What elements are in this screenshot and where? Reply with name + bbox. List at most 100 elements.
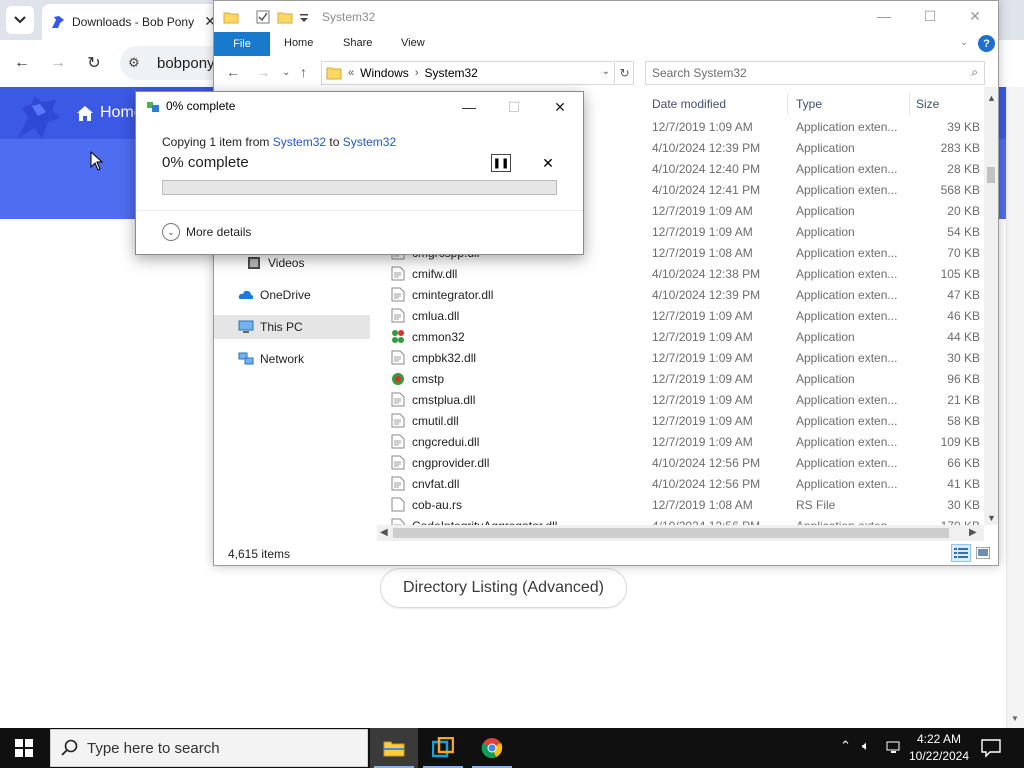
scrollbar-thumb[interactable] — [393, 528, 949, 538]
copy-to-word: to — [326, 135, 343, 149]
scrollbar-thumb[interactable] — [987, 167, 995, 183]
site-settings-icon[interactable]: ⚙ — [128, 55, 140, 71]
notification-center-icon[interactable] — [980, 738, 1002, 758]
speaker-volume-icon[interactable]: 🔈︎ — [862, 738, 870, 754]
help-icon[interactable]: ? — [978, 35, 995, 52]
start-button[interactable] — [0, 728, 48, 768]
file-row[interactable]: cnvfat.dll 4/10/2024 12:56 PM Application … — [377, 473, 984, 494]
file-list-horizontal-scrollbar[interactable]: ◀ ▶ — [377, 525, 984, 541]
refresh-icon[interactable]: ↻ — [616, 61, 634, 85]
nav-item-onedrive[interactable]: OneDrive — [238, 283, 366, 307]
file-date: 4/10/2024 12:56 PM — [652, 477, 761, 491]
file-row[interactable]: cmpbk32.dll 12/7/2019 1:09 AM Application … — [377, 347, 984, 368]
breadcrumb-system32[interactable]: System32 — [424, 66, 477, 80]
file-type: Application exten... — [796, 246, 898, 260]
breadcrumb-separator[interactable]: › — [415, 67, 419, 79]
file-size: 28 KB — [947, 162, 980, 176]
column-header-size[interactable]: Size — [916, 97, 939, 111]
dialog-minimize-button[interactable]: — — [454, 96, 484, 118]
scroll-up-arrow-icon[interactable]: ▲ — [987, 93, 996, 103]
address-dropdown-icon[interactable]: ⌄ — [602, 66, 610, 77]
minimize-button[interactable]: — — [870, 6, 898, 26]
scroll-down-arrow-icon[interactable]: ▼ — [987, 513, 996, 523]
forward-arrow-icon[interactable]: → — [47, 52, 69, 74]
dialog-close-button[interactable]: ✕ — [545, 96, 575, 118]
ribbon-tab-file[interactable]: File — [214, 32, 270, 56]
breadcrumb-overflow[interactable]: « — [348, 67, 354, 79]
pause-button[interactable]: ❚❚ — [491, 154, 511, 172]
file-row[interactable]: cob-au.rs 12/7/2019 1:08 AM RS File 30 KB — [377, 494, 984, 515]
back-arrow-icon[interactable]: ← — [11, 52, 33, 74]
file-row[interactable]: cmstplua.dll 12/7/2019 1:09 AM Application… — [377, 389, 984, 410]
browser-tab[interactable]: Downloads - Bob Pony ✕ — [42, 4, 222, 40]
up-arrow-icon[interactable]: ↑ — [300, 64, 307, 80]
address-toolbar: ← → ⌄ ↑ « Windows › System32 ⌄ ↻ Search … — [214, 59, 998, 87]
explorer-address-bar[interactable]: « Windows › System32 ⌄ — [321, 61, 615, 85]
clock-date: 10/22/2024 — [908, 749, 970, 763]
ribbon-tab-view[interactable]: View — [401, 37, 425, 49]
source-folder-link[interactable]: System32 — [273, 135, 326, 149]
scroll-left-arrow-icon[interactable]: ◀ — [380, 527, 388, 538]
file-row[interactable]: cmlua.dll 12/7/2019 1:09 AM Application ex… — [377, 305, 984, 326]
file-type: Application — [796, 141, 855, 155]
taskbar-file-explorer[interactable] — [370, 728, 418, 768]
search-icon — [61, 739, 78, 756]
reload-icon[interactable]: ↻ — [83, 52, 105, 74]
nav-item-network[interactable]: Network — [238, 347, 366, 371]
system-clock[interactable]: 4:22 AM 10/22/2024 — [906, 731, 972, 765]
new-folder-icon[interactable] — [277, 9, 293, 25]
taskbar-chrome[interactable] — [468, 728, 516, 768]
file-date: 12/7/2019 1:08 AM — [652, 246, 753, 260]
file-row[interactable]: cmutil.dll 12/7/2019 1:09 AM Application e… — [377, 410, 984, 431]
file-date: 4/10/2024 12:39 PM — [652, 141, 761, 155]
back-arrow-icon[interactable]: ← — [226, 64, 240, 80]
column-separator[interactable] — [909, 93, 910, 115]
column-header-type[interactable]: Type — [796, 97, 822, 111]
bobpony-logo-icon — [18, 96, 60, 138]
file-row[interactable]: cmstp 12/7/2019 1:09 AM Application 96 KB — [377, 368, 984, 389]
expand-ribbon-chevron-icon[interactable]: ⌄ — [960, 37, 968, 48]
file-row[interactable]: cmifw.dll 4/10/2024 12:38 PM Application e… — [377, 263, 984, 284]
file-row[interactable]: cngprovider.dll 4/10/2024 12:56 PM Applica… — [377, 452, 984, 473]
details-view-button[interactable] — [951, 544, 971, 562]
more-details-toggle[interactable]: ⌄ More details — [162, 223, 251, 241]
column-separator[interactable] — [787, 93, 788, 115]
recent-locations-chevron-icon[interactable]: ⌄ — [282, 67, 290, 78]
show-hidden-icons-chevron-icon[interactable]: ⌃ — [840, 738, 851, 754]
taskbar-vmware[interactable] — [419, 728, 467, 768]
scroll-down-arrow-icon[interactable]: ▼ — [1011, 714, 1019, 723]
file-size: 568 KB — [940, 183, 980, 197]
network-status-icon[interactable] — [886, 740, 902, 755]
ribbon-tab-home[interactable]: Home — [284, 37, 313, 49]
page-scrollbar[interactable] — [1006, 87, 1024, 728]
ribbon-tab-share[interactable]: Share — [343, 37, 372, 49]
scroll-right-arrow-icon[interactable]: ▶ — [969, 527, 977, 538]
breadcrumb-windows[interactable]: Windows — [360, 66, 409, 80]
column-header-date[interactable]: Date modified — [652, 97, 726, 111]
tab-search-button[interactable] — [6, 6, 34, 34]
taskbar-search-box[interactable]: Type here to search — [50, 729, 368, 767]
large-icons-view-button[interactable] — [973, 544, 993, 562]
file-size: 47 KB — [947, 288, 980, 302]
dialog-maximize-button: ☐ — [507, 98, 521, 115]
file-row[interactable]: cngcredui.dll 12/7/2019 1:09 AM Applicatio… — [377, 431, 984, 452]
nav-label: Videos — [268, 256, 305, 270]
file-row[interactable]: cmintegrator.dll 4/10/2024 12:39 PM Applic… — [377, 284, 984, 305]
maximize-button[interactable]: ☐ — [916, 6, 944, 26]
file-list-vertical-scrollbar[interactable]: ▲ ▼ — [984, 87, 998, 525]
forward-arrow-icon[interactable]: → — [256, 64, 270, 80]
close-button[interactable]: ✕ — [961, 6, 989, 26]
onedrive-cloud-icon — [238, 290, 254, 299]
nav-label: Network — [260, 352, 305, 366]
properties-checkbox-icon[interactable] — [255, 9, 271, 25]
destination-folder-link[interactable]: System32 — [343, 135, 396, 149]
customize-toolbar-icon[interactable] — [296, 9, 312, 25]
explorer-search-box[interactable]: Search System32 ⌕ — [645, 61, 985, 85]
nav-home-link[interactable]: Home — [76, 104, 143, 122]
taskbar: Type here to search ⌃ 🔈︎ 4:22 AM 10/22/2… — [0, 728, 1024, 768]
cancel-copy-button[interactable]: ✕ — [539, 154, 557, 172]
file-row[interactable]: cmmon32 12/7/2019 1:09 AM Application 44 KB — [377, 326, 984, 347]
file-type: RS File — [796, 498, 836, 512]
directory-listing-button[interactable]: Directory Listing (Advanced) — [380, 568, 627, 608]
nav-item-this-pc[interactable]: This PC — [214, 315, 370, 339]
